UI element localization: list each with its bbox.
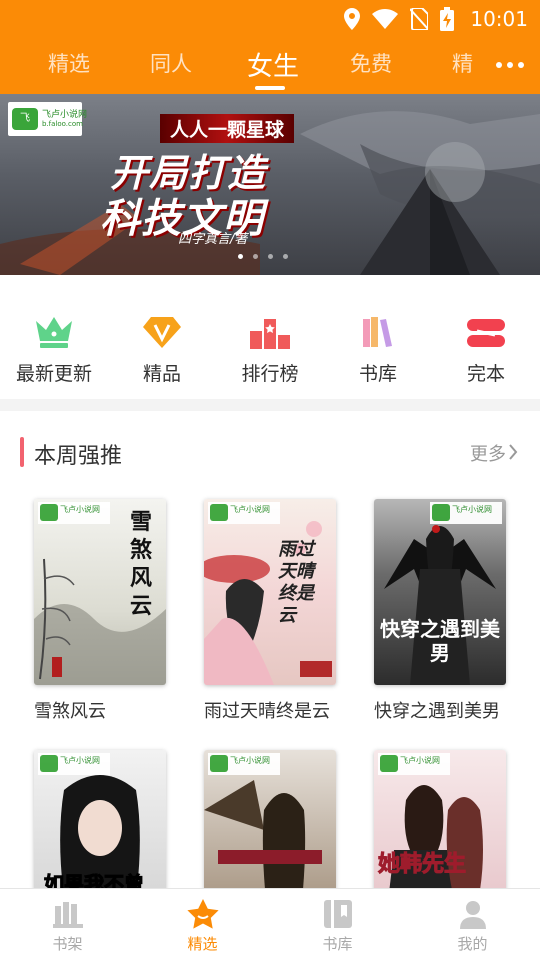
location-icon bbox=[344, 8, 361, 30]
site-logo: 飞 飞卢小说网 b.faloo.com bbox=[8, 102, 87, 136]
banner-subtitle: 人人一颗星球 bbox=[160, 114, 295, 143]
cover-site-badge: 飞卢小说网 bbox=[430, 502, 502, 524]
section-divider bbox=[0, 399, 540, 411]
banner-dot bbox=[283, 254, 288, 259]
finished-icon bbox=[467, 319, 505, 347]
nav-label: 书库 bbox=[322, 935, 353, 953]
cover-title: 快穿之遇到美男 bbox=[380, 617, 500, 665]
cover-site-badge: 飞卢小说网 bbox=[208, 753, 280, 775]
cover-title: 雨过天晴终是云 bbox=[278, 539, 314, 626]
podium-icon bbox=[250, 319, 290, 349]
nav-featured[interactable]: 精选 bbox=[135, 897, 270, 954]
category-latest-update[interactable]: 最新更新 bbox=[0, 305, 108, 386]
book-title: 快穿之遇到美男 bbox=[374, 701, 500, 722]
battery-charging-icon bbox=[440, 7, 455, 31]
no-sim-icon bbox=[410, 8, 429, 30]
tab-tongren[interactable]: 同人 bbox=[150, 48, 192, 78]
category-label: 精品 bbox=[142, 363, 181, 385]
banner-author: 四字真言/著 bbox=[178, 232, 248, 247]
book-title: 雪煞风云 bbox=[34, 701, 106, 722]
book-title: 雨过天晴终是云 bbox=[204, 701, 330, 722]
section-more-link[interactable]: 更多 bbox=[470, 440, 506, 466]
tab-nvsheng[interactable]: 女生 bbox=[247, 46, 299, 83]
app-screen: { "status_bar": {"time": "10:01", "icons… bbox=[0, 0, 540, 960]
category-label: 最新更新 bbox=[15, 363, 92, 385]
cover-site-badge: 飞卢小说网 bbox=[378, 753, 450, 775]
category-ranking[interactable]: 排行榜 bbox=[216, 305, 324, 386]
banner-dot bbox=[238, 254, 243, 259]
section-title: 本周强推 bbox=[34, 444, 123, 469]
category-label: 完本 bbox=[466, 363, 505, 385]
banner-pagination bbox=[238, 254, 288, 259]
nav-bookshelf[interactable]: 书架 bbox=[0, 897, 135, 954]
cover-title: 她韩先生 bbox=[377, 852, 467, 878]
wifi-icon bbox=[372, 9, 399, 29]
cover-site-badge: 飞卢小说网 bbox=[38, 753, 110, 775]
books-icon bbox=[363, 317, 392, 347]
crown-icon bbox=[36, 317, 72, 348]
book-card[interactable]: 飞卢小说网 雨过天晴终是云 雨过天晴终是云 bbox=[204, 499, 344, 723]
book-cover: 飞卢小说网 雨过天晴终是云 bbox=[204, 499, 336, 685]
tab-jingxuan[interactable]: 精选 bbox=[48, 48, 90, 78]
tab-jingpin-partial[interactable]: 精 bbox=[452, 48, 473, 78]
book-card[interactable]: 飞卢小说网 快穿之遇到美男 快穿之遇到美男 bbox=[374, 499, 514, 723]
top-tab-bar: 精选 同人 女生 免费 精 bbox=[0, 38, 540, 94]
category-library[interactable]: 书库 bbox=[324, 305, 432, 386]
book-cover: 飞卢小说网 雪煞风云 bbox=[34, 499, 166, 685]
section-accent-bar bbox=[20, 437, 24, 467]
diamond-v-icon bbox=[143, 317, 181, 348]
banner-dot bbox=[268, 254, 273, 259]
tab-mianfei[interactable]: 免费 bbox=[350, 48, 392, 78]
status-bar: 10:01 bbox=[0, 0, 540, 38]
banner-dot bbox=[253, 254, 258, 259]
category-finished[interactable]: 完本 bbox=[432, 305, 540, 386]
cover-site-badge: 飞卢小说网 bbox=[38, 502, 110, 524]
active-tab-indicator bbox=[255, 86, 285, 90]
cover-title: 雪煞风云 bbox=[130, 510, 153, 619]
site-logo-name: 飞卢小说网 bbox=[42, 110, 88, 120]
promo-banner[interactable]: 飞 飞卢小说网 b.faloo.com 人人一颗星球 开局打造 科技文明 四字真… bbox=[0, 94, 540, 275]
book-card[interactable]: 飞卢小说网 雪煞风云 雪煞风云 bbox=[34, 499, 174, 723]
star-icon bbox=[186, 899, 219, 929]
nav-label: 我的 bbox=[457, 935, 488, 953]
category-row: 最新更新 精品 排行榜 书库 完本 bbox=[0, 275, 540, 399]
status-time: 10:01 bbox=[470, 7, 528, 31]
nav-profile[interactable]: 我的 bbox=[405, 897, 540, 954]
site-logo-domain: b.faloo.com bbox=[42, 120, 83, 128]
category-label: 排行榜 bbox=[241, 363, 299, 385]
bookshelf-icon bbox=[52, 902, 83, 928]
site-logo-mark-icon: 飞 bbox=[12, 108, 38, 130]
nav-label: 精选 bbox=[187, 935, 218, 953]
book-cover: 飞卢小说网 快穿之遇到美男 bbox=[374, 499, 506, 685]
chevron-right-icon[interactable] bbox=[508, 442, 518, 462]
category-premium[interactable]: 精品 bbox=[108, 305, 216, 386]
nav-library[interactable]: 书库 bbox=[270, 897, 405, 954]
profile-icon bbox=[459, 901, 486, 929]
nav-label: 书架 bbox=[52, 935, 83, 953]
library-icon bbox=[323, 900, 352, 928]
bottom-nav: 书架 精选 书库 我的 bbox=[0, 888, 540, 960]
category-label: 书库 bbox=[358, 363, 397, 385]
more-menu-icon[interactable] bbox=[488, 48, 532, 82]
cover-site-badge: 飞卢小说网 bbox=[208, 502, 280, 524]
